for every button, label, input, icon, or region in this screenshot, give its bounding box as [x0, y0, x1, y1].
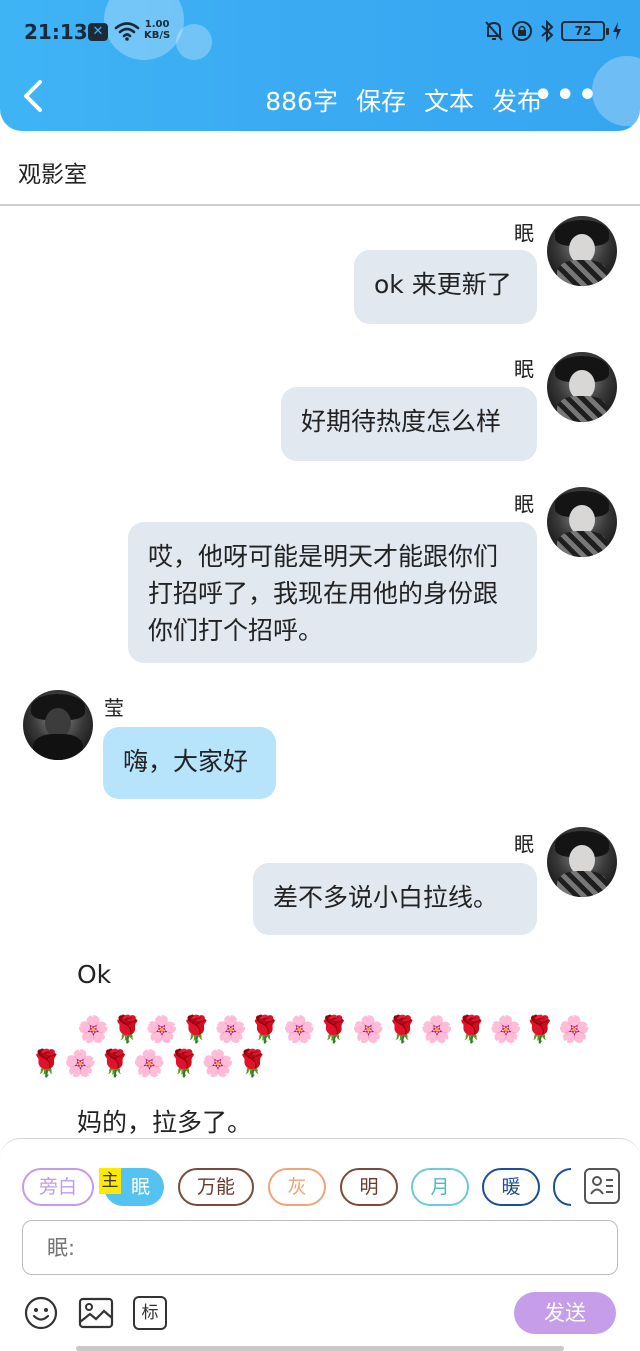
status-icons: 72: [484, 20, 622, 42]
chip-ming[interactable]: 明: [340, 1168, 398, 1206]
chip-yue[interactable]: 月: [411, 1168, 469, 1206]
message-bubble[interactable]: ok 来更新了: [354, 250, 537, 324]
emoji-divider: 🌸🌹🌸🌹🌸🌹🌸🌹🌸🌹🌸🌹🌸🌹🌸: [77, 1015, 593, 1045]
image-icon[interactable]: [78, 1296, 114, 1330]
chip-gray[interactable]: 灰: [268, 1168, 326, 1206]
narration-text[interactable]: 妈的，拉多了。: [77, 1103, 252, 1139]
lock-rotation-icon: [512, 21, 532, 41]
message-input[interactable]: [22, 1220, 618, 1275]
wifi-icon: [114, 22, 140, 41]
avatar[interactable]: [547, 487, 617, 557]
main-tag: 主: [99, 1168, 121, 1194]
battery-indicator: 72: [561, 21, 609, 41]
chip-aside[interactable]: 旁白: [22, 1168, 94, 1206]
avatar[interactable]: [547, 827, 617, 897]
back-arrow-icon[interactable]: [18, 78, 50, 114]
notification-x-icon: ✕: [88, 23, 108, 41]
sender-name: 眠: [514, 357, 534, 381]
network-speed: 1.00 KB/S: [144, 19, 171, 41]
status-bar: 21:13 ✕ 1.00 KB/S 72: [0, 0, 640, 64]
emoji-icon[interactable]: [24, 1296, 58, 1330]
message-bubble[interactable]: 差不多说小白拉线。: [253, 863, 537, 935]
message-bubble[interactable]: 嗨，大家好: [103, 727, 276, 799]
mark-button[interactable]: 标: [133, 1296, 167, 1330]
save-button[interactable]: 保存: [356, 82, 406, 118]
bluetooth-icon: [541, 20, 554, 42]
narration-text[interactable]: Ok: [77, 960, 111, 989]
word-count: 886字: [265, 87, 338, 116]
sender-name: 眠: [514, 832, 534, 856]
sender-name: 眠: [514, 221, 534, 245]
send-button[interactable]: 发送: [514, 1292, 616, 1334]
chip-universal[interactable]: 万能: [178, 1168, 254, 1206]
emoji-divider: 🌹🌸🌹🌸🌹🌸🌹: [30, 1049, 271, 1079]
chip-nuan[interactable]: 暖: [482, 1168, 540, 1206]
avatar[interactable]: [547, 352, 617, 422]
contact-card-icon[interactable]: [584, 1168, 620, 1204]
page-title[interactable]: 观影室: [18, 155, 87, 189]
app-header: 21:13 ✕ 1.00 KB/S 72 886字 保存 文本 发布 •••: [0, 0, 640, 131]
status-time: 21:13: [24, 20, 88, 44]
avatar[interactable]: [23, 690, 93, 760]
sender-name: 莹: [104, 696, 124, 720]
mute-bell-icon: [485, 21, 503, 41]
avatar[interactable]: [547, 216, 617, 286]
more-button[interactable]: •••: [533, 81, 600, 111]
message-bubble[interactable]: 哎，他呀可能是明天才能跟你们打招呼了，我现在用他的身份跟你们打个招呼。: [128, 522, 537, 663]
charging-icon: [613, 22, 621, 40]
home-indicator: [76, 1346, 564, 1351]
text-button[interactable]: 文本: [424, 82, 474, 118]
title-bar: [0, 131, 640, 206]
header-actions: 886字 保存 文本 发布: [265, 82, 542, 118]
message-bubble[interactable]: 好期待热度怎么样: [281, 387, 537, 461]
sender-name: 眠: [514, 492, 534, 516]
